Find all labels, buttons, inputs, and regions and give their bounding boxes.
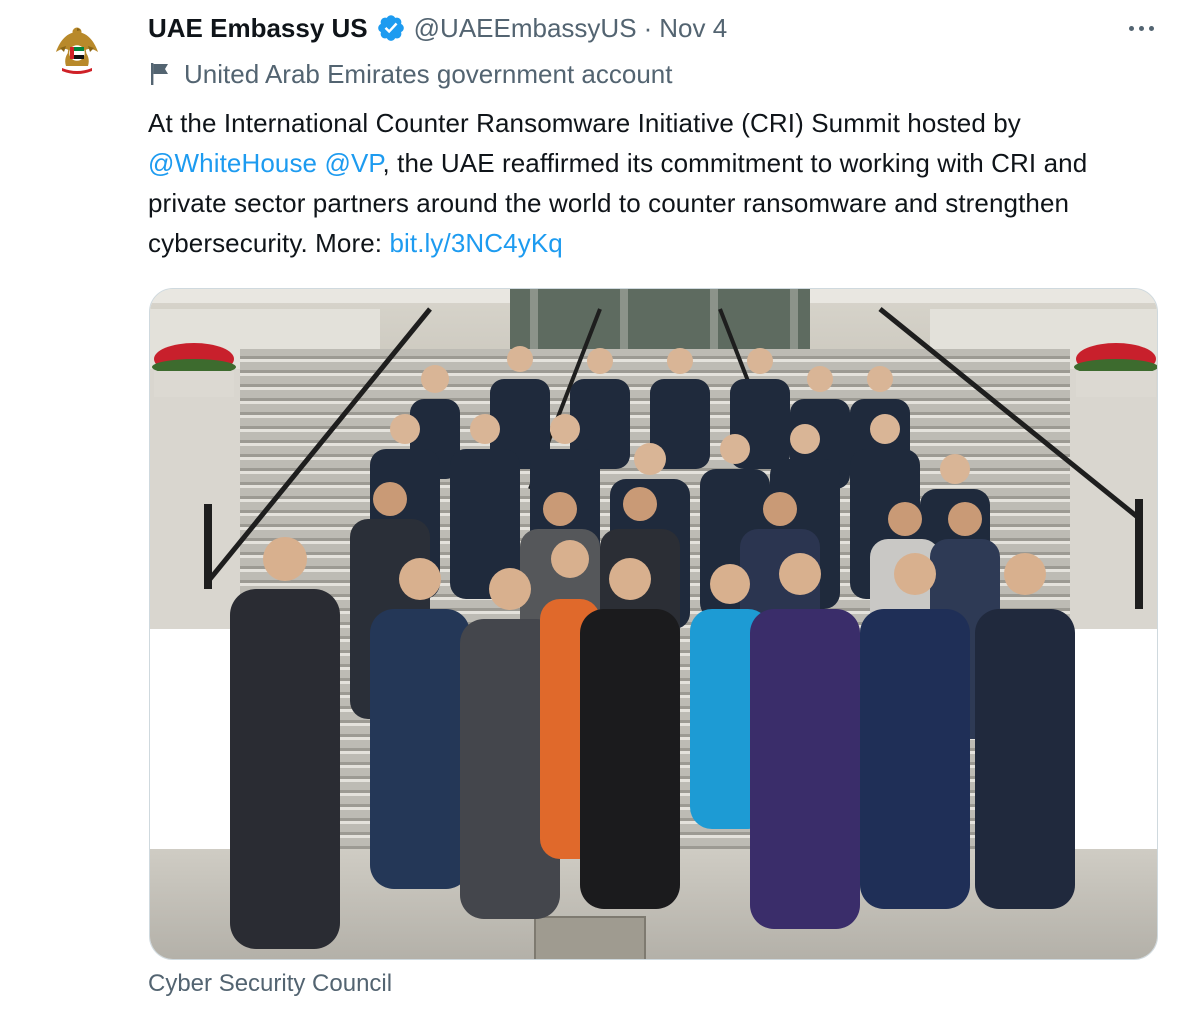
tweet-header: UAE Embassy US @UAEEmbassyUS · Nov 4 xyxy=(148,8,727,48)
avatar[interactable] xyxy=(46,18,108,80)
bitly-link[interactable]: bit.ly/3NC4yKq xyxy=(389,228,562,258)
media-caption[interactable]: Cyber Security Council xyxy=(148,970,392,998)
author-name[interactable]: UAE Embassy US xyxy=(148,13,368,44)
tweet-photo[interactable] xyxy=(149,288,1158,960)
more-dots-icon xyxy=(1128,25,1134,31)
tweet-text: At the International Counter Ransomware … xyxy=(148,103,1168,263)
account-label-text: United Arab Emirates government account xyxy=(184,58,673,89)
flag-icon xyxy=(151,63,168,85)
header-separator: · xyxy=(643,12,653,43)
verified-badge-icon xyxy=(377,15,404,41)
tweet-card[interactable]: UAE Embassy US @UAEEmbassyUS · Nov 4 Uni… xyxy=(0,0,1200,1016)
tweet-date[interactable]: Nov 4 xyxy=(659,13,727,44)
uae-emblem-logo xyxy=(46,18,108,80)
mention-vp-link[interactable]: @VP xyxy=(324,148,382,178)
tweet-text-part1: At the International Counter Ransomware … xyxy=(148,108,1021,138)
author-handle[interactable]: @UAEEmbassyUS xyxy=(414,13,637,44)
group-photo-image xyxy=(150,289,1157,959)
account-label[interactable]: United Arab Emirates government account xyxy=(148,56,672,92)
mention-whitehouse-link[interactable]: @WhiteHouse xyxy=(148,148,317,178)
more-options-button[interactable] xyxy=(1118,10,1164,46)
